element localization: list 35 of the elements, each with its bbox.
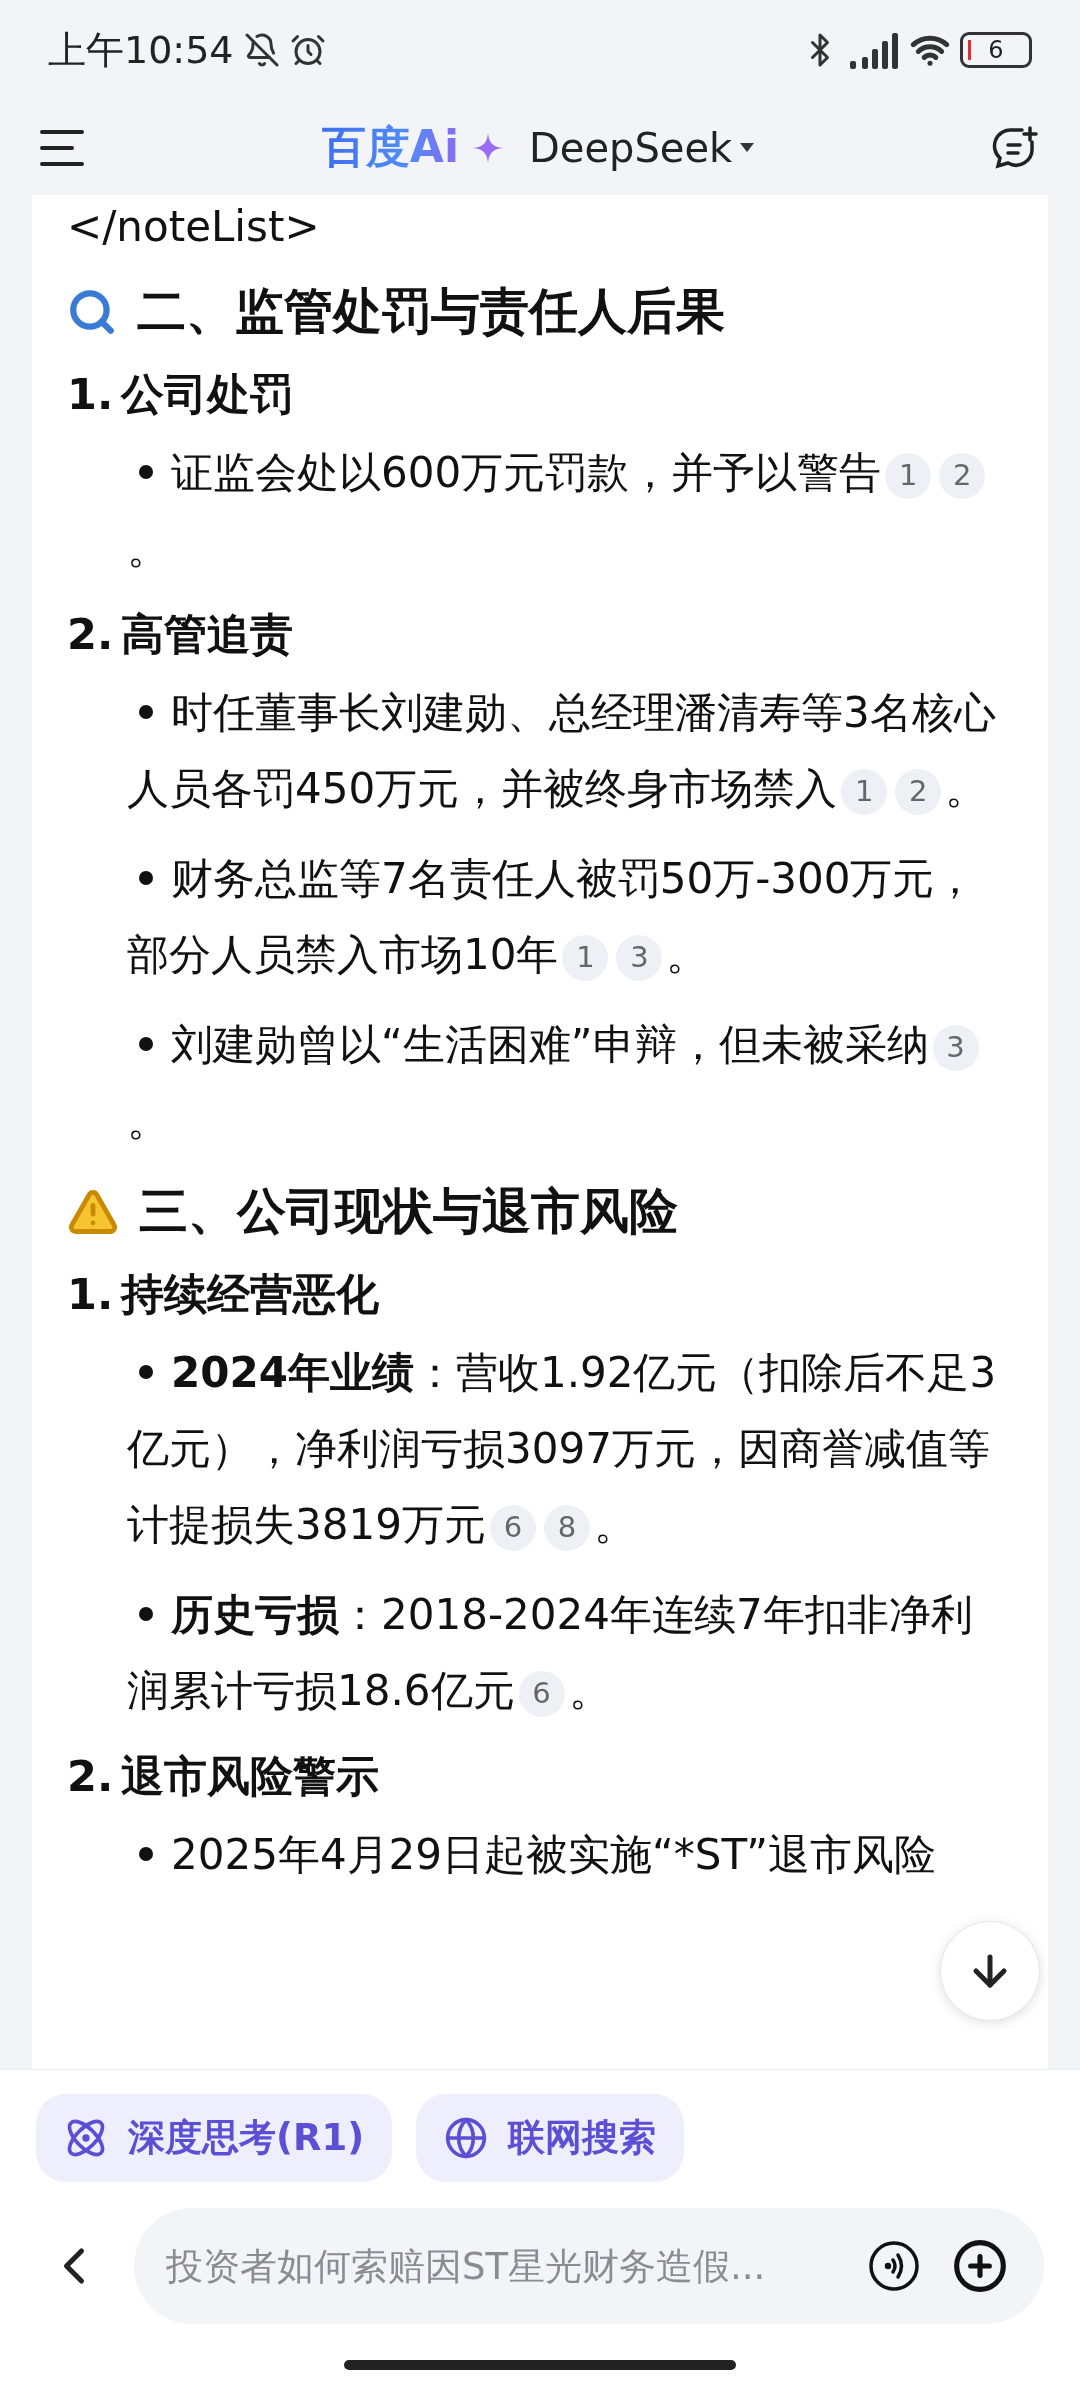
bullet-item: 2025年4月29日起被实施“*ST”退市风险 <box>127 1817 998 1893</box>
bullet-item: 刘建勋曾以“生活困难”申辩，但未被采纳 3 。 <box>127 1007 998 1159</box>
caret-icon <box>740 143 755 152</box>
mode-chip[interactable]: 联网搜索 <box>416 2094 685 2182</box>
plus-icon[interactable] <box>952 2238 1008 2294</box>
status-time: 上午10:54 <box>48 26 234 74</box>
list-number: 2. <box>67 608 114 661</box>
voice-icon[interactable] <box>868 2240 920 2292</box>
section-heading: 二、监管处罚与责任人后果 <box>137 282 725 342</box>
bullet-item: 财务总监等7名责任人被罚50万-300万元，部分人员禁入市场10年 1 3 。 <box>127 853 978 983</box>
menu-icon[interactable] <box>40 128 84 167</box>
bullet-item: 2024年业绩：营收1.92亿元（扣除后不足3亿元），净利润亏损3097万元，因商誉减值等计提损失3819万元 6 8 。 <box>127 1347 998 1553</box>
magnifier-icon <box>67 287 117 337</box>
mode-chip[interactable]: 深度思考(R1) <box>36 2094 393 2182</box>
sparkle-icon <box>472 132 503 163</box>
message-input[interactable]: 投资者如何索赔因ST星光财务造假... <box>164 2243 836 2289</box>
subheading: 退市风险警示 <box>121 1750 380 1803</box>
alarm-icon <box>289 32 326 68</box>
list-number: 1. <box>67 368 114 421</box>
globe-icon <box>444 2116 489 2160</box>
subheading: 公司处罚 <box>121 368 294 421</box>
section-heading: 三、公司现状与退市风险 <box>139 1182 678 1242</box>
battery-indicator: 6 <box>960 32 1032 68</box>
code-text: </noteList> <box>67 201 321 253</box>
list-number: 1. <box>67 1268 114 1321</box>
bullet-item: 时任董事长刘建勋、总经理潘清寿等3名核心人员各罚450万元，并被终身市场禁入 1 2 。 <box>127 687 997 817</box>
bell-off-icon <box>243 32 280 68</box>
input-bar[interactable]: 投资者如何索赔因ST星光财务造假... <box>134 2208 1044 2324</box>
model-selector[interactable]: DeepSeek <box>516 124 755 171</box>
bullet-item: 证监会处以600万元罚款，并予以警告 1 2 。 <box>127 435 998 587</box>
bullet-item: 历史亏损：2018-2024年连续7年扣非净利润累计亏损18.6亿元 6 。 <box>127 1589 974 1719</box>
list-number: 2. <box>67 1750 114 1803</box>
subheading: 持续经营恶化 <box>121 1268 380 1321</box>
subheading: 高管追责 <box>121 608 294 661</box>
signal-icon <box>848 31 900 69</box>
